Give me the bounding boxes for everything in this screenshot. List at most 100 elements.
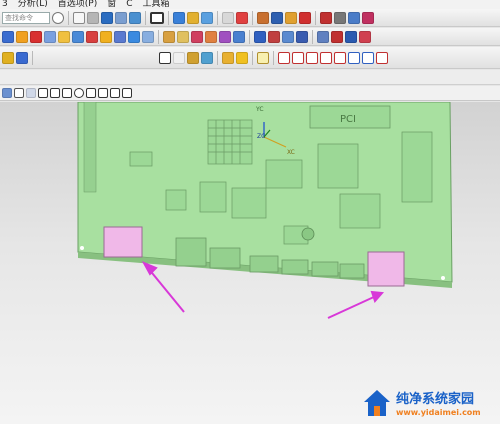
toolbar-row-3 (0, 47, 500, 69)
highlighted-connector-left[interactable] (103, 226, 143, 258)
measure-icon[interactable] (201, 11, 213, 24)
layer-icon[interactable] (115, 11, 127, 24)
menu-preferences[interactable]: 首选项(P) (58, 0, 97, 9)
curve-icon[interactable] (254, 30, 266, 43)
link-icon[interactable] (236, 11, 248, 24)
arc-icon[interactable] (292, 51, 304, 64)
pattern-icon[interactable] (334, 11, 346, 24)
toolbar-separator (252, 50, 253, 65)
brush-icon[interactable] (2, 51, 14, 64)
cube-icon[interactable] (100, 30, 112, 43)
chamfer-icon-2[interactable] (142, 30, 154, 43)
watermark: 纯净系统家园 www.yidaimei.com (362, 384, 500, 424)
snap-icon[interactable] (122, 88, 132, 98)
hole-icon[interactable] (285, 11, 297, 24)
mirror-icon[interactable] (219, 30, 231, 43)
shell-icon[interactable] (58, 30, 70, 43)
house-icon (364, 390, 390, 416)
search-input[interactable]: 查找命令 (2, 11, 50, 24)
triangle-icon[interactable] (159, 51, 171, 64)
watermark-url: www.yidaimei.com (396, 408, 481, 417)
spline-icon[interactable] (334, 51, 346, 64)
pcb-model-view: PCI ZC YC XC (77, 102, 453, 319)
snap-icon[interactable] (222, 11, 234, 24)
curve-icon[interactable] (348, 11, 360, 24)
search-icon[interactable] (52, 11, 64, 24)
menu-tools[interactable]: 工具箱 (143, 0, 170, 9)
highlighted-connector-right[interactable] (367, 251, 405, 287)
midpoint-icon[interactable] (50, 88, 60, 98)
quadrant-icon[interactable] (86, 88, 96, 98)
toolbar-separator (312, 29, 313, 44)
hole-icon[interactable] (205, 30, 217, 43)
heatsink (207, 119, 253, 165)
curve-icon[interactable] (320, 51, 332, 64)
toolbar-blank-row (0, 70, 500, 85)
select-filter-icon[interactable] (2, 88, 12, 98)
revolve-icon[interactable] (16, 30, 28, 43)
constraint-icon[interactable] (201, 51, 213, 64)
trim-icon[interactable] (299, 11, 311, 24)
point-icon[interactable] (14, 88, 24, 98)
rect-icon[interactable] (150, 11, 164, 24)
graphics-viewport[interactable]: PCI ZC YC XC 纯净系统家园 www.yidaimei.com (0, 102, 500, 424)
line-icon[interactable] (317, 30, 329, 43)
arc-center-icon[interactable] (62, 88, 72, 98)
line-snap-icon[interactable] (38, 88, 48, 98)
lamp-icon[interactable] (236, 51, 248, 64)
toolbar-separator (249, 29, 250, 44)
spline-icon-2[interactable] (359, 30, 371, 43)
view-icon[interactable] (187, 11, 199, 24)
revolve-icon-2[interactable] (233, 30, 245, 43)
cross-icon[interactable] (98, 88, 108, 98)
cube-icon[interactable] (101, 11, 113, 24)
flag-icon[interactable] (187, 51, 199, 64)
array-icon[interactable] (271, 11, 283, 24)
arc-icon-2[interactable] (331, 30, 343, 43)
extrude-icon-2[interactable] (296, 30, 308, 43)
toolbar-separator (252, 10, 253, 25)
trim-icon[interactable] (306, 51, 318, 64)
menu-gc[interactable]: C (126, 0, 132, 9)
offset-icon-2[interactable] (282, 30, 294, 43)
mirror-icon[interactable] (362, 51, 374, 64)
spline-icon[interactable] (268, 30, 280, 43)
curve-icon-2[interactable] (345, 30, 357, 43)
circle-icon[interactable] (74, 88, 84, 98)
edge-pin-column (83, 102, 97, 193)
menu-window[interactable]: 窗 (107, 0, 116, 9)
line-icon[interactable] (278, 51, 290, 64)
toolbar-separator (273, 50, 274, 65)
offset-icon[interactable] (72, 30, 84, 43)
pencil-icon[interactable] (16, 51, 28, 64)
paint-icon[interactable] (87, 11, 99, 24)
pattern-icon[interactable] (163, 30, 175, 43)
toolbar-separator (168, 10, 169, 25)
tangent-icon[interactable] (110, 88, 120, 98)
mirror-icon[interactable] (320, 11, 332, 24)
watermark-name: 纯净系统家园 (396, 392, 475, 407)
chamfer-icon[interactable] (44, 30, 56, 43)
extrude-icon[interactable] (2, 30, 14, 43)
selection-bar (0, 86, 500, 101)
grid-icon[interactable] (73, 11, 85, 24)
menu-analysis[interactable]: 分析(L) (18, 0, 48, 9)
dimension-icon[interactable] (257, 51, 269, 64)
blend-icon-2[interactable] (128, 30, 140, 43)
blend-icon[interactable] (30, 30, 42, 43)
boolean-icon[interactable] (86, 30, 98, 43)
menu-item-partial[interactable]: 3 (2, 0, 8, 9)
arc-icon[interactable] (177, 30, 189, 43)
trim-icon[interactable] (191, 30, 203, 43)
offset-icon[interactable] (348, 51, 360, 64)
pattern-icon[interactable] (376, 51, 388, 64)
folder-icon[interactable] (222, 51, 234, 64)
line-icon[interactable] (257, 11, 269, 24)
layer-icon-2[interactable] (129, 11, 141, 24)
shell-icon-2[interactable] (114, 30, 126, 43)
toolbar-row-2 (0, 28, 500, 46)
note-icon[interactable] (173, 51, 185, 64)
spline-icon[interactable] (362, 11, 374, 24)
sketch-icon[interactable] (173, 11, 185, 24)
grid-icon[interactable] (26, 88, 36, 98)
